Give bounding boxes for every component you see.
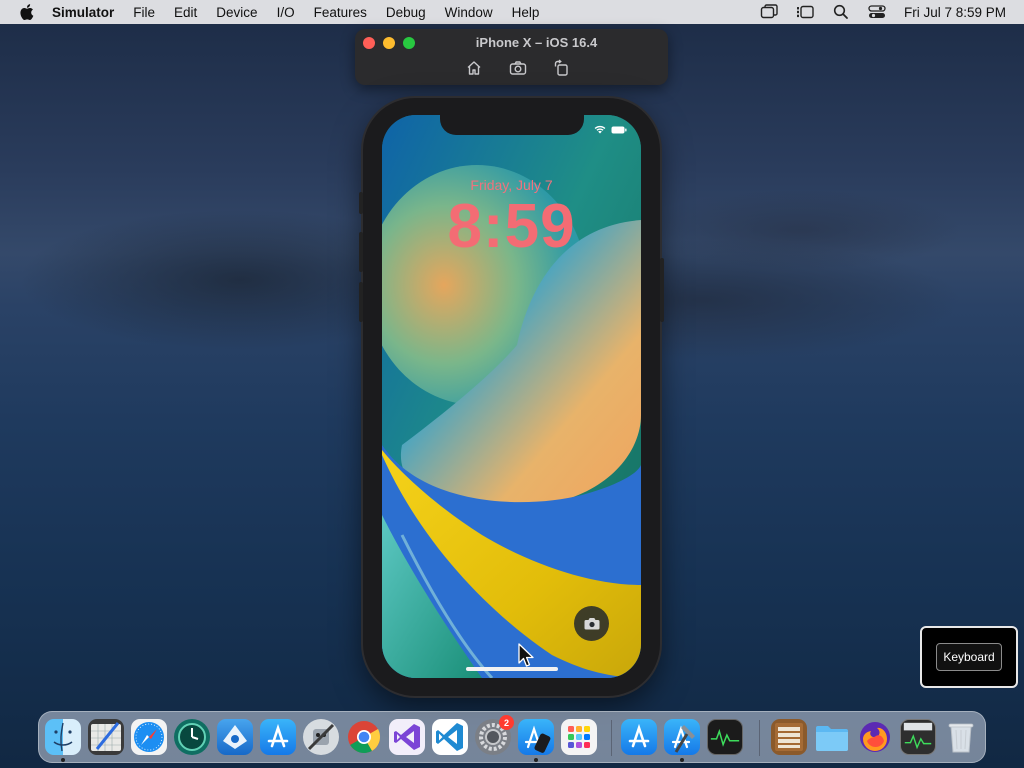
menu-window[interactable]: Window xyxy=(445,5,493,20)
firefox-icon[interactable] xyxy=(857,719,893,755)
iphone-device-frame: Friday, July 7 8:59 xyxy=(359,98,664,696)
grapher-icon[interactable] xyxy=(88,719,124,755)
volume-up-button xyxy=(359,232,363,272)
stage-manager-icon[interactable] xyxy=(796,4,814,20)
side-power-button xyxy=(660,258,664,322)
battery-icon xyxy=(611,126,627,133)
activity-monitor-icon[interactable] xyxy=(707,719,743,755)
downloads-folder-icon[interactable] xyxy=(814,719,850,755)
camera-icon xyxy=(584,618,599,630)
simulator-icon[interactable] xyxy=(518,719,554,755)
xcode-running-indicator xyxy=(680,758,684,762)
iphone-lock-screen[interactable]: Friday, July 7 8:59 xyxy=(382,115,641,678)
menu-help[interactable]: Help xyxy=(512,5,540,20)
safari-icon[interactable] xyxy=(131,719,167,755)
finder-icon[interactable] xyxy=(45,719,81,755)
menu-app-name[interactable]: Simulator xyxy=(52,5,114,20)
menu-device[interactable]: Device xyxy=(216,5,257,20)
rotate-device-icon[interactable] xyxy=(553,59,571,77)
dock: 2 xyxy=(38,711,986,763)
dock-separator xyxy=(611,720,612,756)
system-preferences-badge: 2 xyxy=(499,715,514,730)
silent-switch xyxy=(359,192,363,214)
device-notch xyxy=(440,115,584,135)
menu-io[interactable]: I/O xyxy=(277,5,295,20)
lock-screen-camera-button[interactable] xyxy=(574,606,609,641)
visual-studio-icon[interactable] xyxy=(389,719,425,755)
mouse-cursor-icon xyxy=(518,643,534,667)
simulator-running-indicator xyxy=(534,758,538,762)
time-machine-icon[interactable] xyxy=(174,719,210,755)
app-store-icon[interactable] xyxy=(621,719,657,755)
app-store-connect-icon[interactable] xyxy=(260,719,296,755)
control-center-icon[interactable] xyxy=(868,4,886,20)
automator-icon[interactable] xyxy=(303,719,339,755)
archive-utility-icon[interactable] xyxy=(771,719,807,755)
keyboard-hud-panel: Keyboard xyxy=(920,626,1018,688)
lock-screen-time: 8:59 xyxy=(447,192,576,261)
trash-icon[interactable] xyxy=(943,719,979,755)
home-icon[interactable] xyxy=(465,59,483,77)
window-switcher-icon[interactable] xyxy=(760,4,778,20)
home-indicator[interactable] xyxy=(466,667,558,671)
menu-edit[interactable]: Edit xyxy=(174,5,197,20)
xcode-icon[interactable] xyxy=(664,719,700,755)
volume-down-button xyxy=(359,282,363,322)
screenshot-camera-icon[interactable] xyxy=(509,59,527,77)
instruments-icon[interactable] xyxy=(217,719,253,755)
menu-features[interactable]: Features xyxy=(314,5,367,20)
chrome-icon[interactable] xyxy=(346,719,382,755)
menu-debug[interactable]: Debug xyxy=(386,5,426,20)
spotlight-search-icon[interactable] xyxy=(832,4,850,20)
console-icon[interactable] xyxy=(900,719,936,755)
menubar-clock[interactable]: Fri Jul 7 8:59 PM xyxy=(904,5,1006,20)
vscode-icon[interactable] xyxy=(432,719,468,755)
wifi-icon xyxy=(594,125,606,134)
apple-menu-icon[interactable] xyxy=(18,3,34,21)
simulator-window-title: iPhone X – iOS 16.4 xyxy=(475,35,598,50)
simulator-window-titlebar[interactable]: iPhone X – iOS 16.4 xyxy=(355,29,668,85)
dock-separator-2 xyxy=(759,720,760,756)
ios-status-bar xyxy=(594,125,627,134)
finder-running-indicator xyxy=(61,758,65,762)
keyboard-button[interactable]: Keyboard xyxy=(936,643,1002,671)
launchpad-icon[interactable] xyxy=(561,719,597,755)
menu-bar: Simulator File Edit Device I/O Features … xyxy=(0,0,1024,24)
menu-file[interactable]: File xyxy=(133,5,155,20)
